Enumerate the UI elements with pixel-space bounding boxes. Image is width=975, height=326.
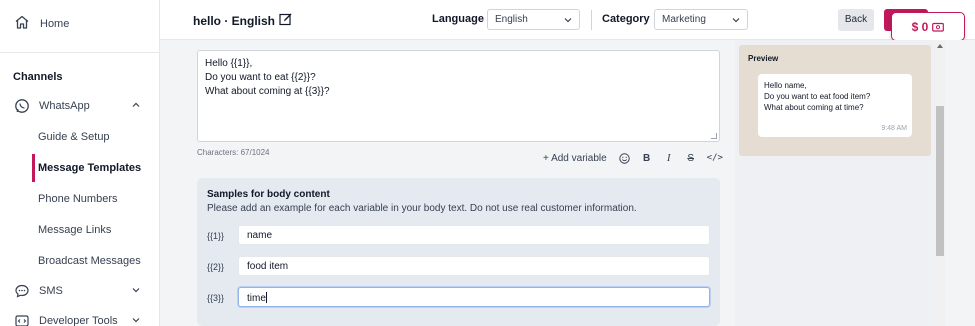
emoji-icon[interactable] [619, 151, 631, 165]
sidebar-section-channels: Channels [13, 71, 63, 83]
language-select-value: English [495, 14, 528, 25]
character-count: Characters: 67/1024 [197, 148, 270, 157]
sidebar-item-sms[interactable]: SMS [14, 281, 144, 301]
language-select[interactable]: English [487, 9, 580, 30]
chat-icon [14, 283, 30, 299]
preview-card: Preview Hello name, Do you want to eat f… [739, 45, 931, 156]
category-select[interactable]: Marketing [654, 9, 748, 30]
sample-input-1[interactable]: name [238, 225, 710, 245]
sidebar-divider [0, 52, 160, 53]
sidebar-item-home-label: Home [40, 17, 70, 30]
chevron-down-icon[interactable] [130, 314, 142, 326]
preview-line: Hello name, [764, 81, 807, 90]
chevron-down-icon [732, 18, 740, 23]
right-gutter [945, 40, 975, 326]
sidebar-item-message-links[interactable]: Message Links [38, 224, 111, 236]
active-indicator [32, 154, 35, 182]
language-label: Language [432, 13, 484, 25]
strikethrough-button[interactable]: S [685, 151, 697, 165]
code-button[interactable]: </> [707, 151, 723, 165]
sidebar-item-guide-setup[interactable]: Guide & Setup [38, 131, 110, 143]
sidebar: Home Channels WhatsApp Guide & Setup Mes… [0, 0, 160, 326]
add-variable-button[interactable]: + Add variable [543, 153, 607, 164]
header-divider [591, 10, 592, 30]
samples-title: Samples for body content [207, 189, 330, 200]
sample-input-value: time [247, 293, 266, 304]
format-toolbar: + Add variable B I S </> [543, 151, 723, 165]
preview-line: What about coming at time? [764, 103, 864, 112]
home-icon [14, 14, 40, 33]
italic-button[interactable]: I [663, 151, 675, 165]
preview-timestamp: 9:48 AM [881, 125, 907, 132]
scroll-up-arrow[interactable] [937, 44, 943, 48]
preview-message-bubble: Hello name, Do you want to eat food item… [758, 74, 912, 137]
body-line: What about coming at {{3}}? [205, 86, 330, 97]
template-title-text: hello · English [193, 13, 276, 28]
sidebar-item-broadcast-messages[interactable]: Broadcast Messages [38, 255, 141, 267]
sample-input-value: name [247, 230, 273, 241]
scrollbar-thumb[interactable] [936, 106, 944, 256]
category-label: Category [602, 13, 650, 25]
chevron-down-icon [564, 18, 572, 23]
code-icon [14, 313, 30, 326]
sample-input-value: food item [247, 261, 289, 272]
body-textarea[interactable]: Hello {{1}}, Do you want to eat {{2}}? W… [197, 50, 720, 142]
sample-variable-label: {{3}} [207, 293, 225, 303]
chevron-down-icon[interactable] [130, 284, 142, 296]
chevron-up-icon[interactable] [130, 99, 142, 111]
sidebar-item-whatsapp-label: WhatsApp [39, 100, 90, 112]
sidebar-item-developer-tools[interactable]: Developer Tools [14, 311, 144, 326]
samples-description: Please add an example for each variable … [207, 203, 637, 214]
sidebar-item-message-templates[interactable]: Message Templates [38, 162, 141, 174]
balance-value: $ 0 [911, 19, 929, 34]
resize-handle[interactable] [711, 133, 717, 139]
text-caret [265, 292, 267, 303]
sample-input-3[interactable]: time [238, 287, 710, 307]
back-button[interactable]: Back [838, 9, 874, 31]
body-line: Hello {{1}}, [205, 58, 253, 69]
balance-badge[interactable]: $ 0 [891, 12, 965, 41]
body-line: Do you want to eat {{2}}? [205, 72, 316, 83]
sidebar-item-sms-label: SMS [39, 285, 63, 297]
preview-line: Do you want to eat food item? [764, 92, 871, 101]
sidebar-item-home[interactable]: Home [14, 14, 69, 33]
top-header: hello · English Language English Categor… [160, 0, 975, 40]
sidebar-item-phone-numbers[interactable]: Phone Numbers [38, 193, 118, 205]
whatsapp-icon [14, 98, 30, 114]
edit-icon[interactable] [275, 12, 293, 29]
bold-button[interactable]: B [641, 151, 653, 165]
sidebar-item-developer-tools-label: Developer Tools [39, 315, 118, 326]
category-select-value: Marketing [662, 14, 706, 25]
sample-variable-label: {{1}} [207, 231, 225, 241]
template-title: hello · English [193, 12, 293, 29]
sample-input-2[interactable]: food item [238, 256, 710, 276]
preview-title: Preview [748, 54, 779, 63]
wallet-icon [932, 22, 945, 32]
sample-variable-label: {{2}} [207, 262, 225, 272]
sidebar-item-whatsapp[interactable]: WhatsApp [14, 96, 144, 116]
samples-panel: Samples for body content Please add an e… [197, 178, 720, 326]
